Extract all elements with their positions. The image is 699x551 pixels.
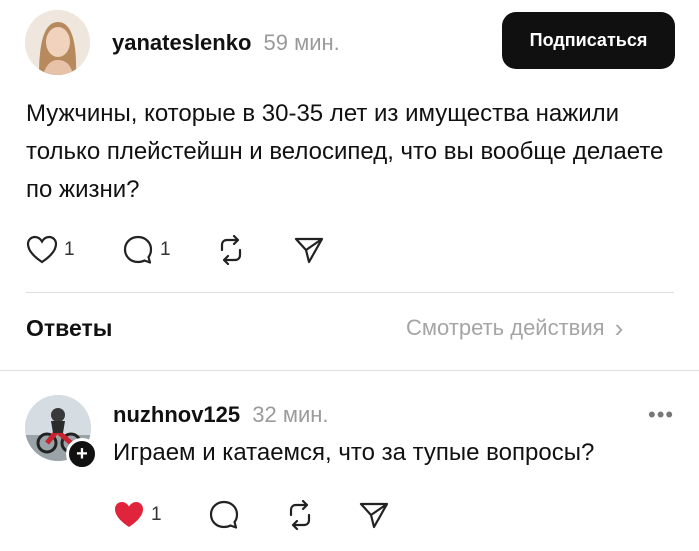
- post-text: Мужчины, которые в 30-35 лет из имуществ…: [26, 100, 664, 203]
- like-button[interactable]: 1: [26, 235, 75, 265]
- view-activity-label: Смотреть действия: [406, 315, 605, 340]
- follow-button[interactable]: Подписаться: [502, 12, 675, 69]
- reply-like-button[interactable]: 1: [113, 500, 162, 530]
- like-count: 1: [64, 239, 75, 260]
- reply-text: Играем и катаемся, что за тупые вопросы?: [113, 439, 595, 466]
- reply-time: 32 мин.: [252, 402, 329, 427]
- reply-username[interactable]: nuzhnov125: [113, 402, 240, 427]
- repost-icon: [220, 235, 242, 265]
- follow-plus-icon[interactable]: +: [66, 438, 98, 470]
- comment-count: 1: [160, 239, 171, 260]
- reply-comment-button[interactable]: [208, 500, 240, 530]
- heart-filled-icon: [115, 502, 143, 527]
- comment-icon: [123, 235, 153, 264]
- comment-button[interactable]: 1: [122, 235, 171, 265]
- chevron-right-icon: ›: [614, 313, 624, 343]
- avatar-photo-icon: [25, 10, 90, 75]
- reply-share-button[interactable]: [358, 500, 390, 530]
- share-button[interactable]: [293, 235, 325, 265]
- post-time: 59 мин.: [263, 30, 340, 55]
- reply-header: nuzhnov125 32 мин.: [113, 402, 329, 428]
- reply-like-count: 1: [151, 504, 162, 525]
- post-header: yanateslenko 59 мин.: [112, 30, 340, 56]
- divider: [26, 292, 674, 293]
- author-avatar[interactable]: [25, 10, 90, 75]
- more-options-icon[interactable]: •••: [648, 402, 674, 428]
- repost-icon: [289, 500, 311, 530]
- reply-repost-button[interactable]: [284, 500, 316, 530]
- heart-icon: [26, 235, 58, 264]
- share-icon: [294, 237, 324, 264]
- post-username[interactable]: yanateslenko: [112, 30, 251, 55]
- replies-heading: Ответы: [26, 315, 113, 341]
- repost-button[interactable]: [215, 235, 247, 265]
- share-icon: [359, 502, 389, 529]
- comment-icon: [209, 500, 239, 529]
- divider: [0, 370, 699, 371]
- view-activity-link[interactable]: Смотреть действия ›: [406, 315, 623, 341]
